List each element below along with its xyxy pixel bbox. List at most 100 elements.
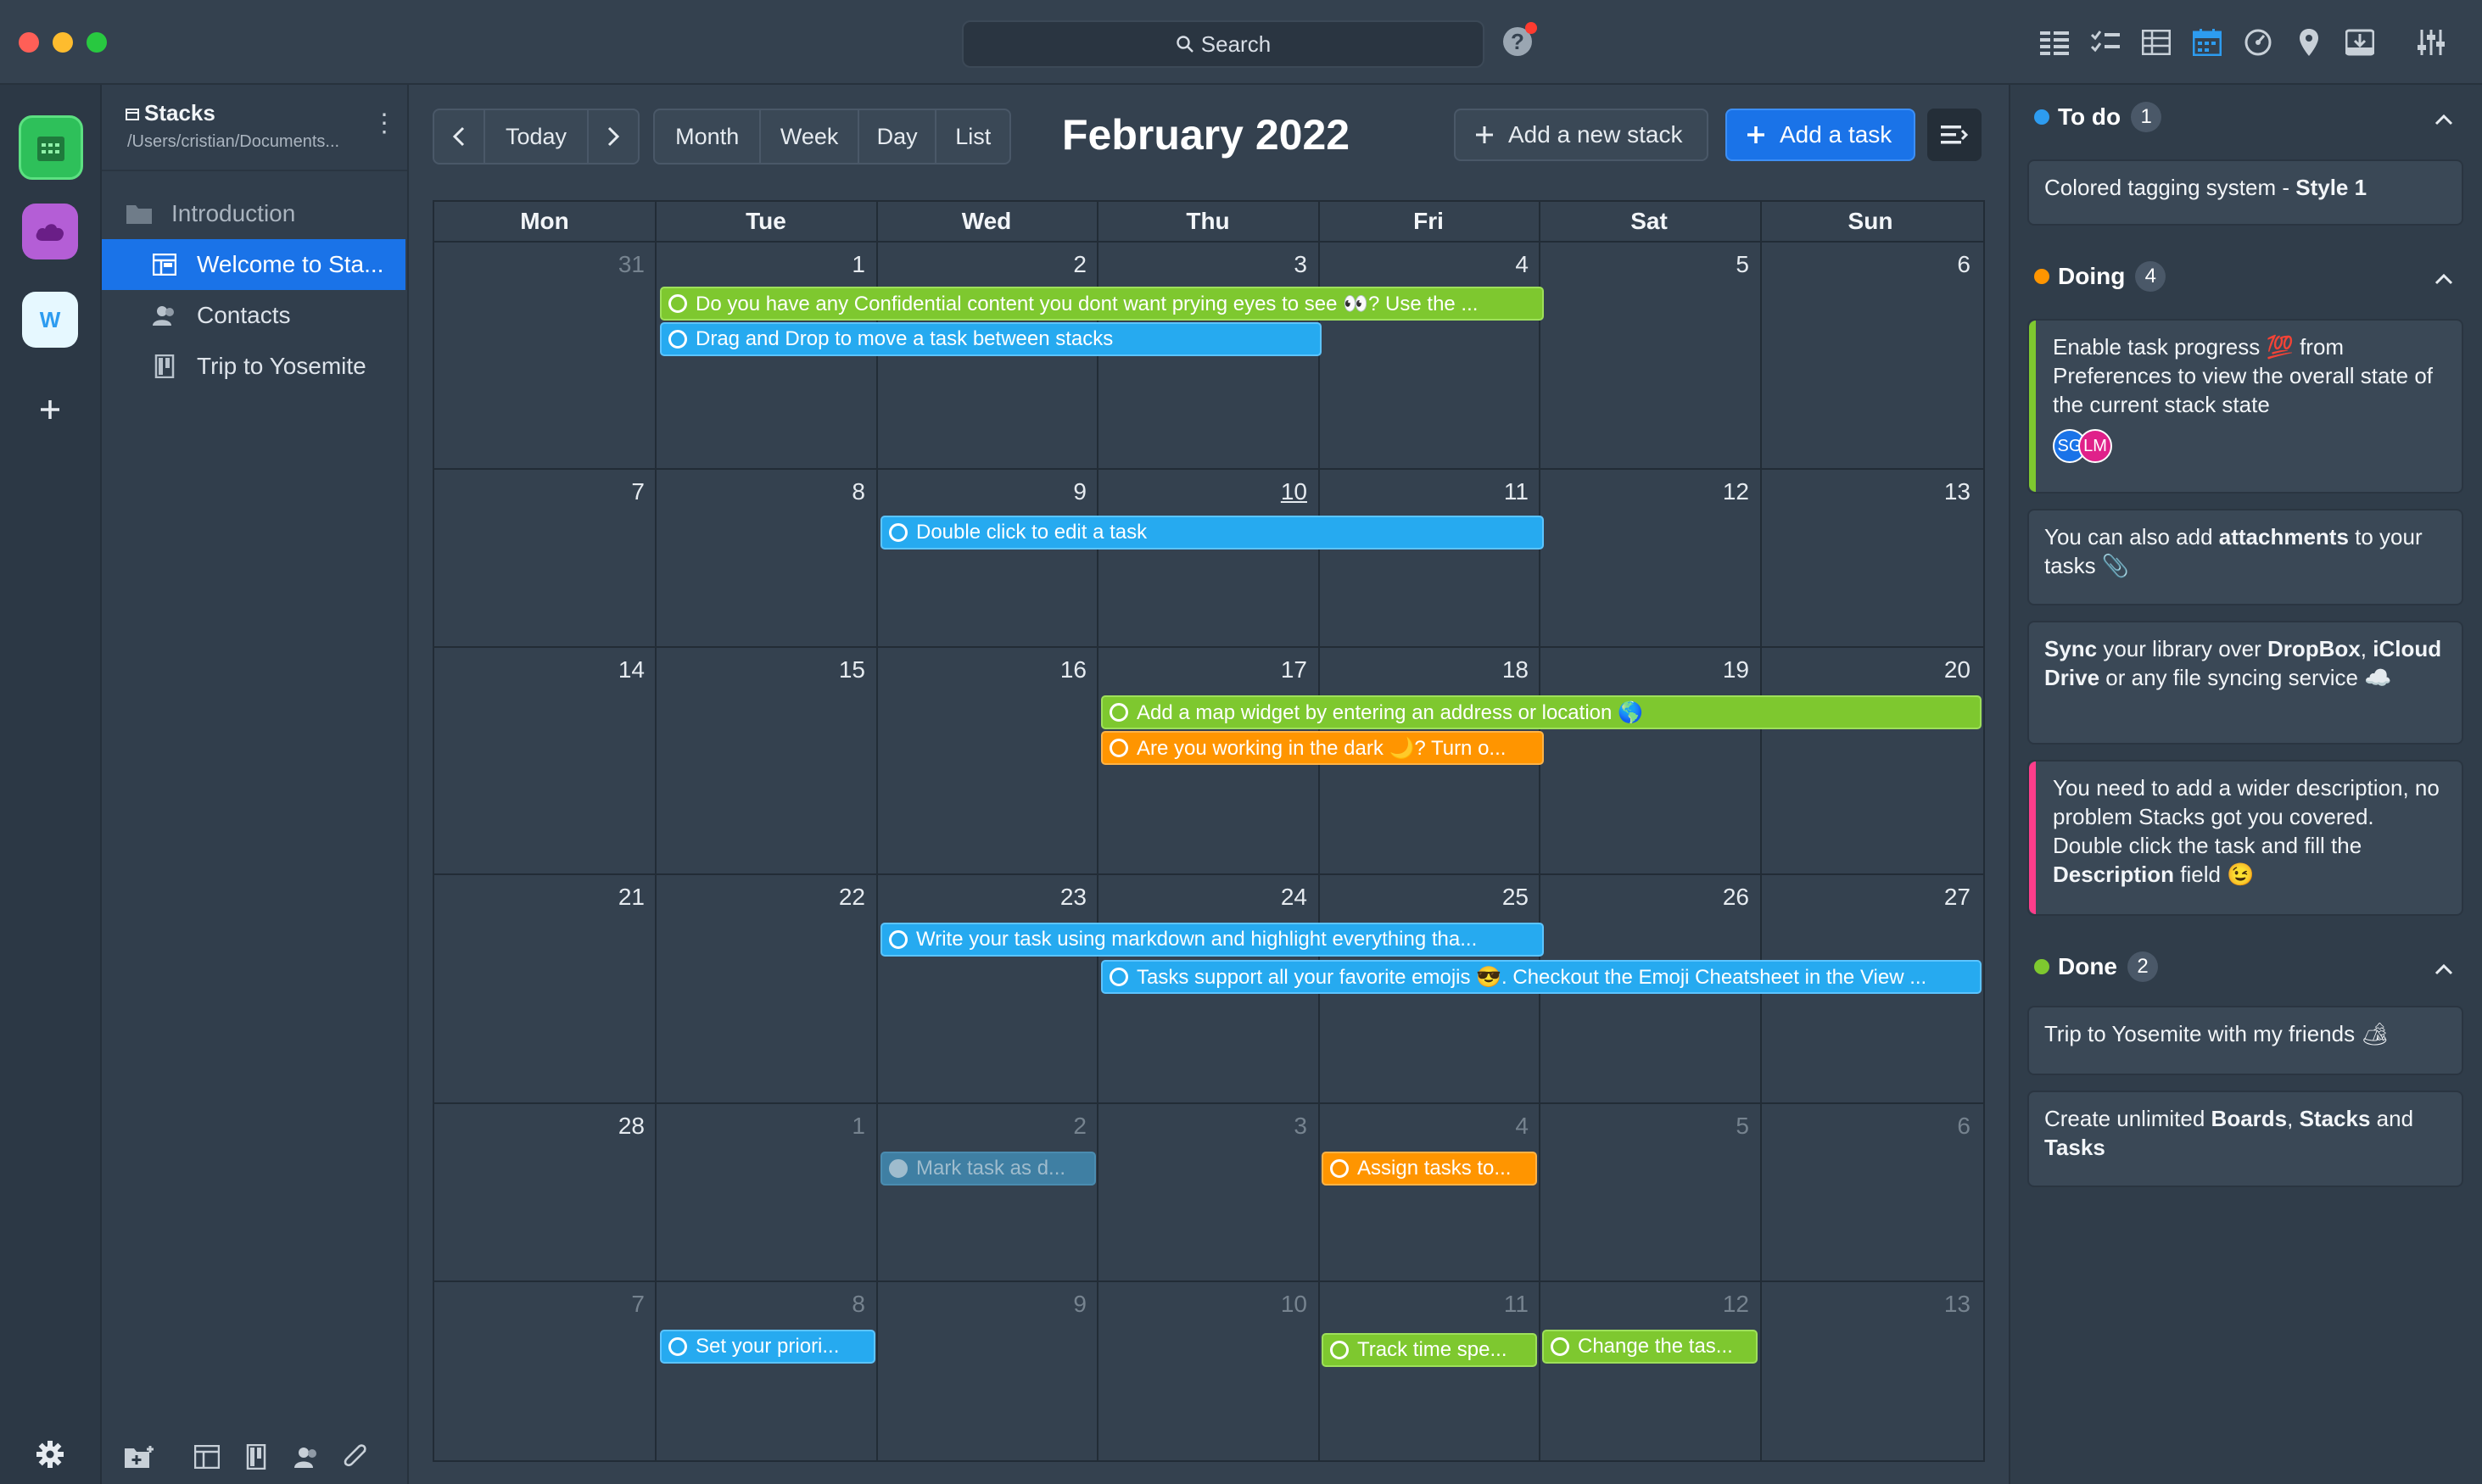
week-view-button[interactable]: Week: [761, 110, 859, 163]
doing-section-header[interactable]: Doing 4: [2034, 261, 2166, 292]
day-number[interactable]: 4: [1478, 251, 1529, 278]
day-number[interactable]: 11: [1478, 478, 1529, 505]
day-number[interactable]: 25: [1478, 884, 1529, 911]
day-number[interactable]: 27: [1920, 884, 1971, 911]
day-number[interactable]: 23: [1036, 884, 1087, 911]
toggle-panel-button[interactable]: [1927, 109, 1982, 161]
day-number[interactable]: 19: [1698, 656, 1749, 683]
search-field[interactable]: Search: [962, 20, 1484, 68]
day-number[interactable]: 8: [814, 478, 865, 505]
calendar-task[interactable]: Add a map widget by entering an address …: [1101, 695, 1982, 729]
day-number[interactable]: 14: [594, 656, 645, 683]
zoom-window-button[interactable]: [87, 32, 107, 53]
calendar-task-completed[interactable]: Mark task as d...: [880, 1152, 1096, 1186]
day-number[interactable]: 13: [1920, 1291, 1971, 1318]
day-number[interactable]: 4: [1478, 1113, 1529, 1140]
list-view-icon[interactable]: [2038, 25, 2071, 59]
day-number[interactable]: 3: [1256, 251, 1307, 278]
calendar-task[interactable]: Change the tas...: [1542, 1330, 1758, 1364]
close-window-button[interactable]: [19, 32, 39, 53]
day-number[interactable]: 21: [594, 884, 645, 911]
next-button[interactable]: [589, 110, 638, 163]
task-card[interactable]: You need to add a wider description, no …: [2027, 760, 2463, 916]
day-number[interactable]: 9: [1036, 478, 1087, 505]
new-board-button[interactable]: [190, 1440, 224, 1474]
day-number[interactable]: 15: [814, 656, 865, 683]
previous-button[interactable]: [434, 110, 485, 163]
task-checkbox[interactable]: [668, 1337, 687, 1356]
day-number[interactable]: 26: [1698, 884, 1749, 911]
task-card[interactable]: You can also add attachments to your tas…: [2027, 509, 2463, 605]
today-button[interactable]: Today: [485, 110, 590, 163]
task-card[interactable]: Create unlimited Boards, Stacks and Task…: [2027, 1091, 2463, 1187]
add-stack-button[interactable]: Add a new stack: [1454, 109, 1708, 161]
calendar-task[interactable]: Write your task using markdown and highl…: [880, 923, 1544, 957]
task-checkbox[interactable]: [1551, 1337, 1569, 1356]
preferences-button[interactable]: [22, 1426, 78, 1482]
day-number[interactable]: 6: [1920, 251, 1971, 278]
table-view-icon[interactable]: [2139, 25, 2173, 59]
todo-section-header[interactable]: To do 1: [2034, 102, 2162, 132]
sidebar-item-trip[interactable]: Trip to Yosemite: [102, 341, 405, 392]
day-number[interactable]: 8: [814, 1291, 865, 1318]
day-number[interactable]: 10: [1256, 1291, 1307, 1318]
task-checkbox[interactable]: [1110, 739, 1128, 757]
chevron-up-icon[interactable]: [2434, 114, 2453, 126]
today-day-number[interactable]: 10: [1256, 478, 1307, 505]
day-number[interactable]: 31: [594, 251, 645, 278]
avatar[interactable]: LM: [2078, 429, 2112, 463]
month-view-button[interactable]: Month: [655, 110, 762, 163]
calendar-task[interactable]: Drag and Drop to move a task between sta…: [660, 322, 1322, 356]
day-number[interactable]: 18: [1478, 656, 1529, 683]
task-checkbox[interactable]: [1330, 1341, 1349, 1359]
cloud-app-button[interactable]: [22, 204, 78, 259]
calendar-task[interactable]: Double click to edit a task: [880, 516, 1544, 550]
checklist-view-icon[interactable]: [2088, 25, 2122, 59]
day-number[interactable]: 7: [594, 478, 645, 505]
new-folder-button[interactable]: [122, 1440, 156, 1474]
task-checkbox[interactable]: [1110, 703, 1128, 722]
day-number[interactable]: 5: [1698, 251, 1749, 278]
more-options-icon[interactable]: ⋮: [372, 109, 397, 138]
day-number[interactable]: 28: [594, 1113, 645, 1140]
task-checkbox[interactable]: [889, 930, 908, 949]
add-task-button[interactable]: Add a task: [1725, 109, 1915, 161]
sidebar-item-introduction[interactable]: Introduction: [102, 188, 428, 239]
map-view-icon[interactable]: [2292, 25, 2326, 59]
task-card[interactable]: Trip to Yosemite with my friends 🏕: [2027, 1006, 2463, 1075]
add-app-button[interactable]: [22, 382, 78, 438]
calendar-app-button[interactable]: [19, 115, 83, 180]
new-stack-button[interactable]: [239, 1440, 273, 1474]
day-number[interactable]: 5: [1698, 1113, 1749, 1140]
settings-sliders-icon[interactable]: [2414, 25, 2448, 59]
chevron-up-icon[interactable]: [2434, 273, 2453, 285]
calendar-task[interactable]: Track time spe...: [1322, 1333, 1537, 1367]
done-section-header[interactable]: Done 2: [2034, 951, 2158, 982]
day-number[interactable]: 1: [814, 251, 865, 278]
attachments-button[interactable]: [339, 1440, 373, 1474]
day-view-button[interactable]: Day: [859, 110, 937, 163]
sidebar-item-welcome[interactable]: Welcome to Sta...: [102, 239, 405, 290]
chevron-up-icon[interactable]: [2434, 963, 2453, 975]
day-number[interactable]: 7: [594, 1291, 645, 1318]
sidebar-item-contacts[interactable]: Contacts: [102, 290, 405, 341]
list-view-button[interactable]: List: [936, 110, 1009, 163]
day-number[interactable]: 13: [1920, 478, 1971, 505]
day-number[interactable]: 22: [814, 884, 865, 911]
task-checkbox[interactable]: [1110, 968, 1128, 986]
day-number[interactable]: 17: [1256, 656, 1307, 683]
w-app-button[interactable]: W: [22, 292, 78, 348]
archive-view-icon[interactable]: [2343, 25, 2377, 59]
task-card[interactable]: Enable task progress 💯 from Preferences …: [2027, 319, 2463, 494]
new-contact-button[interactable]: [290, 1440, 324, 1474]
day-number[interactable]: 24: [1256, 884, 1307, 911]
day-number[interactable]: 12: [1698, 1291, 1749, 1318]
day-number[interactable]: 2: [1036, 1113, 1087, 1140]
day-number[interactable]: 20: [1920, 656, 1971, 683]
calendar-view-icon[interactable]: [2190, 25, 2224, 59]
calendar-task[interactable]: Tasks support all your favorite emojis 😎…: [1101, 960, 1982, 994]
checkmark-icon[interactable]: [889, 1159, 908, 1178]
task-checkbox[interactable]: [889, 523, 908, 542]
task-checkbox[interactable]: [1330, 1159, 1349, 1178]
day-number[interactable]: 1: [814, 1113, 865, 1140]
